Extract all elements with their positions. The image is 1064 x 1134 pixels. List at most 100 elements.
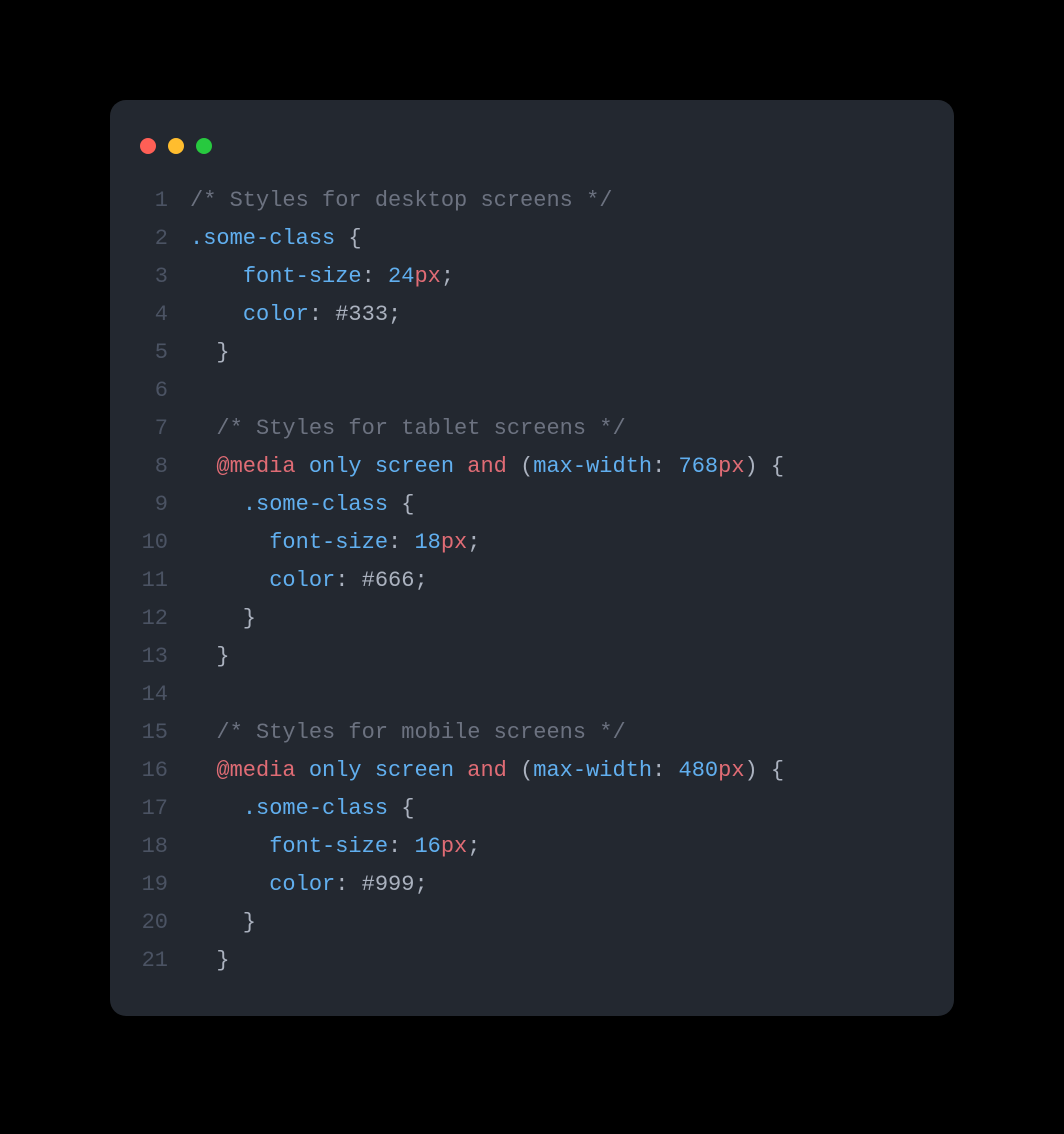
code-line[interactable]: 6 (110, 372, 954, 410)
line-number: 21 (110, 942, 190, 980)
code-line[interactable]: 3 font-size: 24px; (110, 258, 954, 296)
code-token: 16 (414, 834, 440, 859)
code-line-content[interactable]: } (190, 638, 954, 676)
code-token (296, 758, 309, 783)
code-line[interactable]: 5 } (110, 334, 954, 372)
code-line[interactable]: 7 /* Styles for tablet screens */ (110, 410, 954, 448)
code-block[interactable]: 1/* Styles for desktop screens */2.some-… (110, 182, 954, 980)
code-token: and (467, 758, 507, 783)
line-number: 18 (110, 828, 190, 866)
code-token (190, 454, 216, 479)
code-line-content[interactable]: color: #999; (190, 866, 954, 904)
code-token: color (269, 872, 335, 897)
code-line[interactable]: 12 } (110, 600, 954, 638)
code-line-content[interactable]: color: #666; (190, 562, 954, 600)
code-token: 18 (414, 530, 440, 555)
code-line-content[interactable]: } (190, 600, 954, 638)
line-number: 11 (110, 562, 190, 600)
code-line-content[interactable]: font-size: 18px; (190, 524, 954, 562)
code-line[interactable]: 17 .some-class { (110, 790, 954, 828)
code-line-content[interactable]: .some-class { (190, 486, 954, 524)
traffic-lights (110, 132, 954, 182)
line-number: 10 (110, 524, 190, 562)
code-line[interactable]: 1/* Styles for desktop screens */ (110, 182, 954, 220)
code-token (190, 416, 216, 441)
code-token: /* Styles for desktop screens */ (190, 188, 612, 213)
code-line-content[interactable]: .some-class { (190, 790, 954, 828)
code-token (190, 872, 269, 897)
line-number: 3 (110, 258, 190, 296)
code-token: } (190, 644, 230, 669)
code-line[interactable]: 18 font-size: 16px; (110, 828, 954, 866)
code-window: 1/* Styles for desktop screens */2.some-… (110, 100, 954, 1016)
close-icon[interactable] (140, 138, 156, 154)
code-token: screen (375, 758, 454, 783)
line-number: 19 (110, 866, 190, 904)
zoom-icon[interactable] (196, 138, 212, 154)
code-token: screen (375, 454, 454, 479)
code-token: : (652, 454, 678, 479)
line-number: 9 (110, 486, 190, 524)
code-line-content[interactable]: @media only screen and (max-width: 480px… (190, 752, 954, 790)
code-line-content[interactable]: /* Styles for tablet screens */ (190, 410, 954, 448)
code-token: /* Styles for tablet screens */ (216, 416, 625, 441)
code-token: only (309, 454, 362, 479)
code-token (362, 454, 375, 479)
code-token: : (388, 834, 414, 859)
code-token (190, 530, 269, 555)
code-line-content[interactable]: /* Styles for desktop screens */ (190, 182, 954, 220)
line-number: 12 (110, 600, 190, 638)
code-token (190, 264, 243, 289)
code-token: 768 (679, 454, 719, 479)
code-token: : #333; (309, 302, 401, 327)
code-line[interactable]: 11 color: #666; (110, 562, 954, 600)
code-token: px (718, 454, 744, 479)
code-line[interactable]: 21 } (110, 942, 954, 980)
code-token: } (190, 910, 256, 935)
code-token: : (362, 264, 388, 289)
code-token: : #999; (335, 872, 427, 897)
code-line[interactable]: 8 @media only screen and (max-width: 768… (110, 448, 954, 486)
code-token: px (414, 264, 440, 289)
code-line-content[interactable]: font-size: 16px; (190, 828, 954, 866)
code-line-content[interactable]: color: #333; (190, 296, 954, 334)
code-line-content[interactable]: @media only screen and (max-width: 768px… (190, 448, 954, 486)
code-line[interactable]: 14 (110, 676, 954, 714)
line-number: 20 (110, 904, 190, 942)
code-token (190, 568, 269, 593)
code-token (190, 796, 243, 821)
code-line[interactable]: 2.some-class { (110, 220, 954, 258)
code-line-content[interactable]: font-size: 24px; (190, 258, 954, 296)
code-line-content[interactable]: } (190, 904, 954, 942)
code-token: ) { (745, 758, 785, 783)
code-token: } (190, 948, 230, 973)
code-token: 24 (388, 264, 414, 289)
minimize-icon[interactable] (168, 138, 184, 154)
code-token: ( (507, 758, 533, 783)
code-line[interactable]: 16 @media only screen and (max-width: 48… (110, 752, 954, 790)
code-token: color (269, 568, 335, 593)
code-token: ( (507, 454, 533, 479)
code-token (190, 302, 243, 327)
code-token (190, 492, 243, 517)
code-token (296, 454, 309, 479)
code-line[interactable]: 15 /* Styles for mobile screens */ (110, 714, 954, 752)
code-line[interactable]: 9 .some-class { (110, 486, 954, 524)
code-line[interactable]: 13 } (110, 638, 954, 676)
code-line[interactable]: 4 color: #333; (110, 296, 954, 334)
code-line[interactable]: 19 color: #999; (110, 866, 954, 904)
code-line-content[interactable]: /* Styles for mobile screens */ (190, 714, 954, 752)
code-line-content[interactable]: } (190, 942, 954, 980)
code-line[interactable]: 10 font-size: 18px; (110, 524, 954, 562)
code-line-content[interactable]: } (190, 334, 954, 372)
line-number: 6 (110, 372, 190, 410)
code-token: font-size (269, 834, 388, 859)
code-line[interactable]: 20 } (110, 904, 954, 942)
code-line-content[interactable]: .some-class { (190, 220, 954, 258)
code-token (454, 758, 467, 783)
line-number: 1 (110, 182, 190, 220)
code-token: color (243, 302, 309, 327)
code-token: ; (467, 834, 480, 859)
line-number: 15 (110, 714, 190, 752)
code-token: max-width (533, 454, 652, 479)
